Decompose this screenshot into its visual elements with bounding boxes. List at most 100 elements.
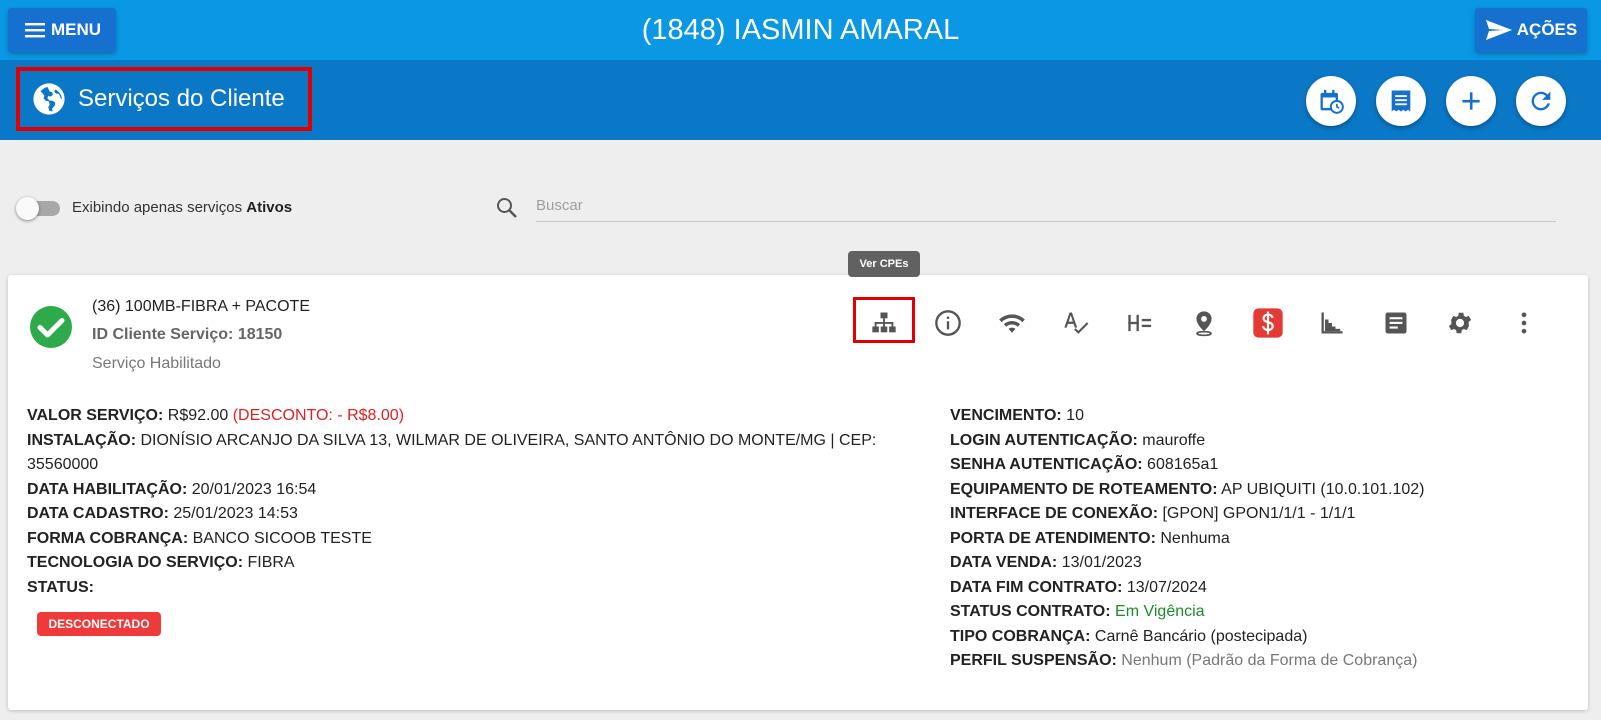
info-button[interactable] <box>930 305 966 341</box>
status-contrato-value: Em Vigência <box>1115 603 1205 620</box>
menu-button[interactable]: MENU <box>8 8 116 52</box>
equipamento-row: EQUIPAMENTO DE ROTEAMENTO: AP UBIQUITI (… <box>950 478 1570 503</box>
equipamento-label: EQUIPAMENTO DE ROTEAMENTO: <box>950 480 1218 498</box>
search-input[interactable] <box>536 190 1556 222</box>
cobranca-value: BANCO SICOOB TESTE <box>192 529 372 547</box>
tipo-cobranca-value: Carnê Bancário (postecipada) <box>1094 627 1308 645</box>
habilitacao-value: 20/01/2023 16:54 <box>191 480 317 498</box>
ver-cpes-button[interactable] <box>866 305 902 341</box>
status-row: STATUS: <box>27 576 907 601</box>
instalacao-label: INSTALAÇÃO: <box>27 431 137 449</box>
billing-button[interactable] <box>1250 305 1286 341</box>
valor-label: VALOR SERVIÇO: <box>27 407 164 424</box>
location-button[interactable] <box>1186 305 1222 341</box>
toggle-label-text: Exibindo apenas serviços <box>72 199 243 216</box>
plus-icon <box>1458 88 1484 114</box>
calendar-clock-icon <box>1317 87 1345 115</box>
more-options-button[interactable] <box>1506 305 1542 341</box>
stairs-chart-icon <box>1318 309 1346 337</box>
more-vert-icon <box>1510 309 1538 337</box>
ver-cpes-tooltip: Ver CPEs <box>848 251 920 277</box>
service-id: ID Cliente Serviço: 18150 <box>92 326 283 343</box>
spellcheck-icon <box>1061 309 1091 337</box>
senha-value: 608165a1 <box>1147 456 1219 473</box>
client-title: (1848) IASMIN AMARAL <box>641 14 960 46</box>
spellcheck-button[interactable] <box>1058 305 1094 341</box>
add-service-button[interactable] <box>1446 76 1496 126</box>
acoes-button[interactable]: AÇÕES <box>1475 8 1587 52</box>
fim-contrato-row: DATA FIM CONTRATO: 13/07/2024 <box>950 576 1570 601</box>
valor-value: R$92.00 <box>167 407 229 424</box>
tipo-cobranca-row: TIPO COBRANÇA: Carnê Bancário (postecipa… <box>950 625 1570 650</box>
venda-row: DATA VENDA: 13/01/2023 <box>950 551 1570 576</box>
settings-button[interactable] <box>1442 305 1478 341</box>
status-label: STATUS: <box>27 578 94 596</box>
h-equals-button[interactable] <box>1122 305 1158 341</box>
valor-discount: (DESCONTO: - R$8.00) <box>232 407 405 424</box>
perfil-suspensao-label: PERFIL SUSPENSÃO: <box>950 652 1117 669</box>
equipamento-value: AP UBIQUITI (10.0.101.102) <box>1221 480 1425 498</box>
info-icon <box>934 309 962 337</box>
send-icon <box>1485 18 1513 42</box>
wifi-icon <box>997 309 1027 337</box>
consumption-button[interactable] <box>1314 305 1350 341</box>
history-button[interactable] <box>1306 76 1356 126</box>
section-title: Serviços do Cliente <box>78 85 285 112</box>
service-details-left: VALOR SERVIÇO: R$92.00 (DESCONTO: - R$8.… <box>27 404 907 600</box>
section-title-highlight: Serviços do Cliente <box>16 67 312 131</box>
toggle-label-bold: Ativos <box>246 199 293 216</box>
instalacao-value: DIONÍSIO ARCANJO DA SILVA 13, WILMAR DE … <box>27 431 877 474</box>
cobranca-row: FORMA COBRANÇA: BANCO SICOOB TESTE <box>27 527 907 552</box>
login-row: LOGIN AUTENTICAÇÃO: mauroffe <box>950 429 1570 454</box>
search-icon <box>495 196 519 220</box>
refresh-icon <box>1527 87 1555 115</box>
dollar-icon <box>1252 307 1284 339</box>
tecnologia-value: FIBRA <box>247 554 295 571</box>
venda-value: 13/01/2023 <box>1061 554 1142 571</box>
venda-label: DATA VENDA: <box>950 554 1058 571</box>
status-contrato-row: STATUS CONTRATO: Em Vigência <box>950 600 1570 625</box>
gear-icon <box>1446 309 1474 337</box>
notes-button[interactable] <box>1378 305 1414 341</box>
vencimento-row: VENCIMENTO: 10 <box>950 404 1570 429</box>
cadastro-row: DATA CADASTRO: 25/01/2023 14:53 <box>27 502 907 527</box>
vencimento-label: VENCIMENTO: <box>950 407 1062 424</box>
acoes-label: AÇÕES <box>1516 20 1578 39</box>
service-name: (36) 100MB-FIBRA + PACOTE <box>92 298 310 315</box>
notes-icon <box>1382 309 1410 337</box>
globe-icon <box>32 82 66 116</box>
cobranca-label: FORMA COBRANÇA: <box>27 529 189 547</box>
hamburger-icon <box>23 18 47 42</box>
habilitacao-label: DATA HABILITAÇÃO: <box>27 480 188 498</box>
porta-value: Nenhuma <box>1160 529 1230 547</box>
status-badge: DESCONECTADO <box>37 612 161 636</box>
cadastro-value: 25/01/2023 14:53 <box>173 505 298 522</box>
check-circle-icon <box>29 305 73 349</box>
perfil-suspensao-row: PERFIL SUSPENSÃO: Nenhum (Padrão da Form… <box>950 649 1570 674</box>
instalacao-row: INSTALAÇÃO: DIONÍSIO ARCANJO DA SILVA 13… <box>27 429 907 478</box>
habilitacao-row: DATA HABILITAÇÃO: 20/01/2023 16:54 <box>27 478 907 503</box>
perfil-suspensao-value: Nenhum (Padrão da Forma de Cobrança) <box>1121 652 1418 669</box>
menu-label: MENU <box>50 20 102 39</box>
senha-row: SENHA AUTENTICAÇÃO: 608165a1 <box>950 453 1570 478</box>
cadastro-label: DATA CADASTRO: <box>27 505 169 522</box>
toggle-label: Exibindo apenas serviços Ativos <box>72 197 292 219</box>
tecnologia-label: TECNOLOGIA DO SERVIÇO: <box>27 554 244 571</box>
interface-label: INTERFACE DE CONEXÃO: <box>950 505 1159 522</box>
tipo-cobranca-label: TIPO COBRANÇA: <box>950 627 1091 645</box>
vencimento-value: 10 <box>1066 407 1084 424</box>
map-pin-icon <box>1190 308 1218 338</box>
active-only-toggle[interactable] <box>16 197 62 220</box>
toggle-knob <box>16 197 39 220</box>
service-details-right: VENCIMENTO: 10 LOGIN AUTENTICAÇÃO: mauro… <box>950 404 1570 674</box>
valor-row: VALOR SERVIÇO: R$92.00 (DESCONTO: - R$8.… <box>27 404 907 429</box>
porta-row: PORTA DE ATENDIMENTO: Nenhuma <box>950 527 1570 552</box>
porta-label: PORTA DE ATENDIMENTO: <box>950 529 1156 547</box>
status-contrato-label: STATUS CONTRATO: <box>950 603 1111 620</box>
service-status: Serviço Habilitado <box>92 355 221 372</box>
interface-row: INTERFACE DE CONEXÃO: [GPON] GPON1/1/1 -… <box>950 502 1570 527</box>
refresh-button[interactable] <box>1516 76 1566 126</box>
report-button[interactable] <box>1376 76 1426 126</box>
wifi-button[interactable] <box>994 305 1030 341</box>
list-document-icon <box>1387 87 1415 115</box>
